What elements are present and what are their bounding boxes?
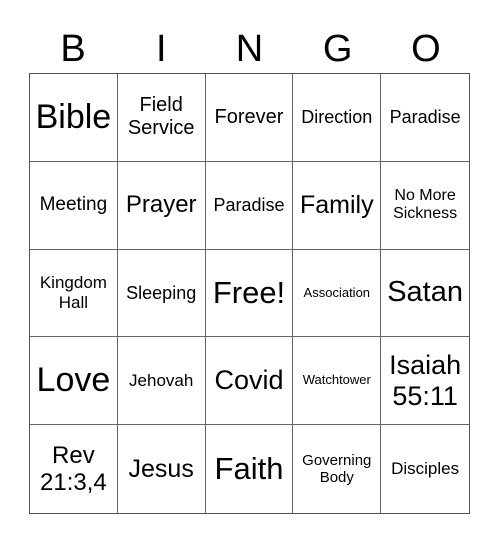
bingo-cell[interactable]: Disciples bbox=[381, 425, 469, 513]
bingo-cell[interactable]: Isaiah 55:11 bbox=[381, 337, 469, 426]
bingo-cell[interactable]: Satan bbox=[381, 250, 469, 338]
free-space-cell[interactable]: Free! bbox=[205, 249, 294, 338]
bingo-cell[interactable]: Paradise bbox=[381, 74, 469, 162]
bingo-cell[interactable]: Jehovah bbox=[117, 337, 206, 426]
bingo-cell[interactable]: Field Service bbox=[117, 74, 206, 162]
bingo-cell[interactable]: Forever bbox=[205, 74, 294, 162]
header-letter-g: G bbox=[322, 28, 353, 70]
bingo-cell[interactable]: Meeting bbox=[30, 161, 118, 250]
header-letter-o: O bbox=[411, 28, 441, 70]
bingo-cell[interactable]: No More Sickness bbox=[381, 162, 469, 250]
header-letter-b: B bbox=[60, 28, 86, 70]
bingo-cell[interactable]: Direction bbox=[293, 74, 382, 162]
bingo-cell[interactable]: Family bbox=[293, 161, 382, 250]
bingo-cell[interactable]: Covid bbox=[205, 337, 294, 426]
bingo-grid: Bible Field Service Forever Direction Pa… bbox=[29, 73, 470, 514]
bingo-cell[interactable]: Jesus bbox=[118, 425, 206, 513]
bingo-cell[interactable]: Faith bbox=[206, 425, 294, 513]
bingo-cell[interactable]: Prayer bbox=[117, 161, 206, 250]
bingo-cell[interactable]: Governing Body bbox=[293, 425, 382, 513]
header-letter-i: I bbox=[156, 28, 167, 70]
bingo-cell[interactable]: Sleeping bbox=[117, 249, 206, 338]
bingo-cell[interactable]: Kingdom Hall bbox=[30, 249, 118, 338]
bingo-cell[interactable]: Paradise bbox=[205, 161, 294, 250]
bingo-cell[interactable]: Rev 21:3,4 bbox=[30, 425, 118, 513]
bingo-cell[interactable]: Love bbox=[30, 337, 118, 426]
header-letter-n: N bbox=[235, 28, 264, 70]
bingo-cell[interactable]: Bible bbox=[30, 74, 118, 162]
bingo-header: B I N G O bbox=[29, 26, 470, 72]
bingo-cell[interactable]: Association bbox=[293, 249, 382, 338]
bingo-cell[interactable]: Watchtower bbox=[293, 337, 382, 426]
